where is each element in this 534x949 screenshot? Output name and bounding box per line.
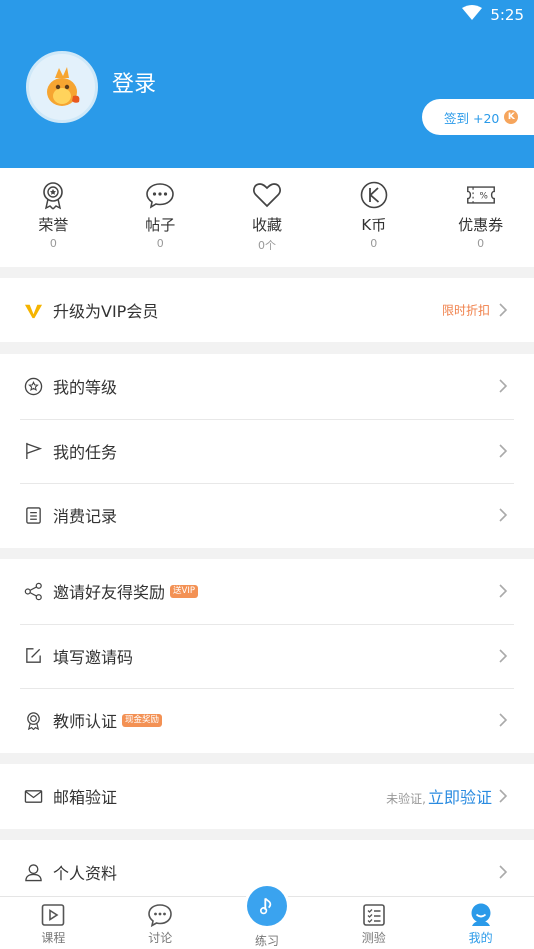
stat-value: 0	[156, 237, 164, 250]
kcoin-badge-icon: K	[504, 110, 519, 124]
checklist-icon	[362, 904, 385, 926]
vip-v-icon	[24, 301, 43, 320]
chevron-right-icon	[494, 442, 512, 460]
chevron-right-icon	[494, 647, 512, 665]
checkin-button[interactable]: 签到 +20 K	[422, 99, 534, 135]
stat-honor[interactable]: 荣誉 0	[0, 168, 107, 267]
chevron-right-icon	[494, 506, 512, 524]
chevron-right-icon	[494, 787, 512, 805]
menu-label: 个人资料	[53, 864, 118, 884]
tab-courses[interactable]: 课程	[0, 897, 107, 949]
vip-upgrade-row[interactable]: 升级为VIP会员 限时折扣	[0, 278, 534, 342]
wifi-icon	[462, 5, 483, 25]
stat-label: 荣誉	[38, 216, 69, 234]
menu-label: 教师认证	[53, 712, 118, 732]
play-video-icon	[42, 904, 65, 926]
medal-icon	[43, 182, 64, 210]
coupon-icon: %	[466, 186, 495, 204]
stat-label: 优惠券	[458, 216, 504, 234]
stat-label: K币	[361, 216, 387, 234]
chevron-right-icon	[494, 377, 512, 395]
status-bar: 5:25	[462, 4, 524, 26]
chat-bubble-icon	[146, 183, 174, 209]
menu-item-invite-friends[interactable]: 邀请好友得奖励 送VIP	[0, 559, 534, 624]
chevron-right-icon	[494, 301, 512, 319]
tab-practice[interactable]: 练习	[214, 886, 321, 949]
vip-gift-tag: 送VIP	[170, 584, 198, 598]
star-badge-icon	[24, 377, 43, 396]
stat-value: 0	[49, 237, 57, 250]
login-link[interactable]: 登录	[112, 66, 156, 98]
verify-now-link[interactable]: 立即验证	[428, 784, 492, 808]
stat-label: 帖子	[145, 216, 176, 234]
menu-label: 我的任务	[53, 442, 118, 462]
menu-label: 我的等级	[53, 378, 118, 398]
stat-kcoin[interactable]: K币 0	[320, 168, 427, 267]
menu-item-tasks[interactable]: 我的任务	[0, 418, 534, 484]
menu-label: 消费记录	[53, 507, 118, 527]
chevron-right-icon	[494, 582, 512, 600]
share-icon	[24, 582, 43, 601]
menu-label: 邮箱验证	[53, 788, 118, 808]
kcoin-icon	[360, 181, 388, 209]
chevron-right-icon	[494, 711, 512, 729]
unverified-text: 未验证,	[386, 792, 426, 807]
menu-item-teacher-certification[interactable]: 教师认证 现金奖励	[0, 688, 534, 753]
tab-label: 测验	[361, 931, 386, 945]
chat-bubble-icon	[148, 904, 172, 928]
stat-favorites[interactable]: 收藏 0个	[214, 168, 321, 267]
svg-text:%: %	[479, 192, 487, 202]
edit-icon	[24, 646, 43, 665]
stats-bar: 荣誉 0 帖子 0 收藏 0个 K币 0 % 优惠券 0	[0, 168, 534, 267]
menu-label: 填写邀请码	[53, 647, 134, 667]
limited-discount-note: 限时折扣	[441, 303, 490, 318]
vip-section: 升级为VIP会员 限时折扣	[0, 278, 534, 342]
stat-coupons[interactable]: % 优惠券 0	[427, 168, 534, 267]
menu-item-spending[interactable]: 消费记录	[0, 483, 534, 548]
menu-item-level[interactable]: 我的等级	[0, 354, 534, 419]
tab-label: 练习	[254, 934, 279, 948]
certificate-icon	[24, 711, 43, 730]
stat-value: 0	[370, 237, 378, 250]
status-time: 5:25	[490, 6, 524, 24]
profile-header: 5:25 登录 签到 +20 K	[0, 0, 534, 168]
stat-value: 0个	[257, 239, 276, 252]
cash-reward-tag: 现金奖励	[122, 713, 163, 727]
vip-label: 升级为VIP会员	[53, 302, 159, 321]
tab-label: 我的	[468, 931, 493, 945]
bird-mascot-icon	[29, 54, 95, 120]
checkin-label: 签到 +20	[444, 110, 500, 126]
menu-item-enter-invite-code[interactable]: 填写邀请码	[0, 623, 534, 689]
music-note-icon	[246, 886, 287, 926]
flag-icon	[24, 441, 43, 460]
tab-label: 讨论	[148, 931, 173, 945]
profile-face-icon	[471, 903, 491, 926]
chevron-right-icon	[494, 863, 512, 881]
menu-item-email-verify[interactable]: 邮箱验证 未验证, 立即验证	[0, 764, 534, 829]
tab-label: 课程	[41, 931, 66, 945]
account-menu: 我的等级 我的任务 消费记录	[0, 354, 534, 548]
stat-posts[interactable]: 帖子 0	[107, 168, 214, 267]
menu-label: 邀请好友得奖励	[53, 583, 166, 603]
invite-menu: 邀请好友得奖励 送VIP 填写邀请码 教师认证 现金奖励	[0, 559, 534, 753]
heart-icon	[253, 183, 281, 208]
bottom-nav: 课程 讨论 练习 测验 我的	[0, 886, 534, 949]
email-verify-status: 未验证, 立即验证	[386, 784, 492, 808]
stat-value: 0	[477, 237, 485, 250]
avatar[interactable]	[26, 51, 98, 123]
mail-icon	[24, 787, 43, 806]
tab-discussion[interactable]: 讨论	[107, 897, 214, 949]
user-icon	[24, 863, 43, 882]
tab-mine[interactable]: 我的	[427, 897, 534, 949]
email-section: 邮箱验证 未验证, 立即验证	[0, 764, 534, 829]
tab-quiz[interactable]: 测验	[320, 897, 427, 949]
stat-label: 收藏	[251, 216, 282, 234]
document-list-icon	[24, 506, 43, 525]
